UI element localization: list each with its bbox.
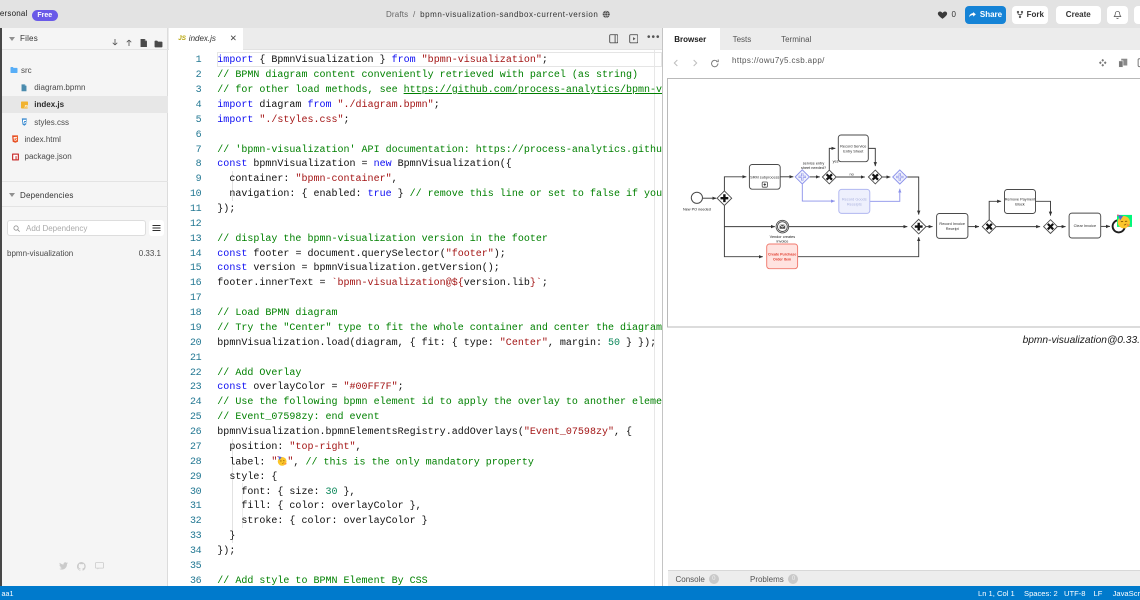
- svg-text:Clear Invoice: Clear Invoice: [1074, 224, 1096, 228]
- svg-text:Vendor creates: Vendor creates: [770, 235, 796, 239]
- svg-text:Receipt: Receipt: [946, 227, 960, 231]
- svg-text:Receipts: Receipts: [847, 202, 862, 206]
- svg-text:no: no: [850, 173, 854, 177]
- svg-text:JS: JS: [24, 104, 28, 108]
- svg-text:Record Goods: Record Goods: [842, 197, 867, 201]
- svg-text:yes: yes: [833, 159, 839, 163]
- svg-text:Record Service: Record Service: [840, 144, 866, 148]
- svg-text:sheet needed?: sheet needed?: [801, 166, 826, 170]
- svg-text:service entry: service entry: [803, 161, 825, 165]
- svg-text:invoice: invoice: [776, 240, 788, 244]
- svg-text:Block: Block: [1015, 203, 1024, 207]
- svg-text:Order Item: Order Item: [773, 257, 791, 261]
- svg-text:SRM subprocess: SRM subprocess: [750, 175, 779, 179]
- svg-text:Remove Payment: Remove Payment: [1005, 197, 1036, 201]
- svg-text:New PO needed: New PO needed: [683, 207, 711, 211]
- svg-text:Create Purchase: Create Purchase: [768, 252, 796, 256]
- svg-text:Record Invoice: Record Invoice: [939, 222, 965, 226]
- svg-text:Entry Sheet: Entry Sheet: [843, 149, 864, 153]
